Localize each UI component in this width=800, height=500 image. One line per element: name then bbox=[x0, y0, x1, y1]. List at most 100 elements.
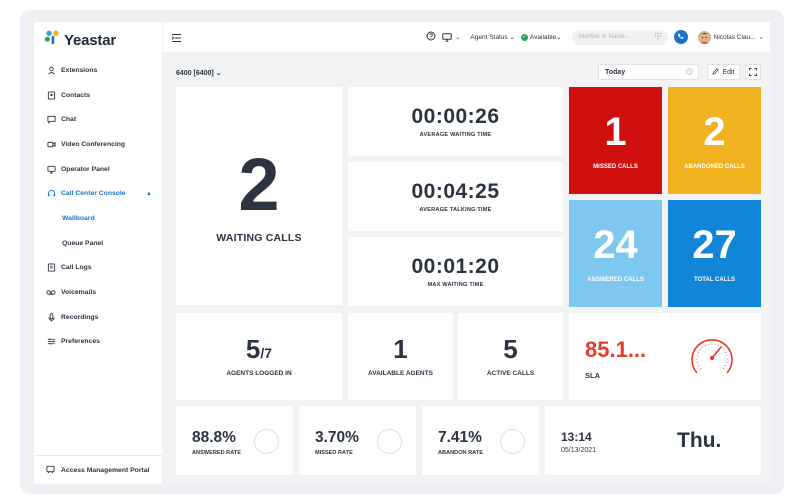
top-bar-actions: ⌄ Agent Status ⌄ ✓ Available ⌄ Number or … bbox=[426, 27, 764, 47]
answered-rate-value: 88.8% bbox=[192, 429, 236, 446]
agent-status-label: Agent Status bbox=[470, 34, 508, 41]
dialpad-icon[interactable] bbox=[654, 32, 662, 42]
access-management-portal-link[interactable]: Access Management Portal bbox=[46, 465, 149, 476]
sidebar-item-label: Chat bbox=[61, 116, 77, 124]
headset-icon bbox=[46, 189, 56, 199]
chevron-down-icon: ⌄ bbox=[758, 34, 764, 41]
available-agents-card: 1 AVAILABLE AGENTS bbox=[348, 313, 453, 400]
average-talking-time-label: AVERAGE TALKING TIME bbox=[419, 206, 492, 213]
agents-logged-in-label: AGENTS LOGGED IN bbox=[226, 370, 292, 377]
chevron-up-icon[interactable]: ▲ bbox=[146, 191, 152, 197]
answered-rate-label: ANSWERED RATE bbox=[192, 450, 241, 456]
sidebar-item-label: Wallboard bbox=[62, 214, 95, 222]
sidebar-item-call-center-console[interactable]: Call Center Console ▲ bbox=[34, 181, 162, 206]
agents-logged-in-total: /7 bbox=[260, 345, 273, 361]
sla-gauge-icon bbox=[687, 333, 737, 384]
answered-rate-card: 88.8% ANSWERED RATE bbox=[176, 406, 293, 475]
sidebar-item-chat[interactable]: Chat bbox=[34, 107, 162, 132]
sla-label: SLA bbox=[585, 371, 600, 380]
active-calls-card: 5 ACTIVE CALLS bbox=[458, 313, 563, 400]
average-waiting-time-label: AVERAGE WAITING TIME bbox=[419, 131, 492, 138]
agent-status-dropdown[interactable]: Agent Status ⌄ bbox=[470, 33, 515, 41]
missed-rate-value: 3.70% bbox=[315, 429, 359, 446]
app-window: Yeastar Extensions Contacts Chat Video C… bbox=[34, 22, 770, 484]
phone-icon bbox=[677, 33, 684, 42]
sidebar: Yeastar Extensions Contacts Chat Video C… bbox=[34, 22, 162, 484]
sidebar-item-extensions[interactable]: Extensions bbox=[34, 58, 162, 83]
agents-logged-in-card: 5/7 AGENTS LOGGED IN bbox=[176, 313, 342, 400]
availability-label: Available bbox=[529, 33, 557, 41]
missed-rate-ring bbox=[377, 429, 402, 454]
call-button[interactable] bbox=[673, 30, 688, 44]
logo[interactable]: Yeastar bbox=[44, 29, 116, 51]
sidebar-item-queue-panel[interactable]: Queue Panel bbox=[34, 231, 162, 256]
clock-weekday: Thu. bbox=[677, 429, 722, 452]
available-agents-label: AVAILABLE AGENTS bbox=[368, 370, 433, 377]
answered-rate-ring bbox=[254, 429, 279, 454]
sidebar-item-wallboard[interactable]: Wallboard bbox=[34, 206, 162, 231]
average-waiting-time-card: 00:00:26 AVERAGE WAITING TIME bbox=[348, 87, 563, 156]
missed-calls-label: MISSED CALLS bbox=[593, 163, 638, 170]
user-icon bbox=[46, 65, 56, 75]
sidebar-item-label: Operator Panel bbox=[61, 165, 110, 173]
sidebar-item-label: Video Conferencing bbox=[61, 140, 126, 148]
monitor-icon bbox=[46, 164, 56, 174]
edit-button[interactable]: Edit bbox=[707, 64, 740, 80]
total-calls-tile: 27 TOTAL CALLS bbox=[668, 200, 761, 307]
agents-logged-in-count: 5 bbox=[245, 334, 261, 364]
sidebar-item-label: Queue Panel bbox=[62, 239, 104, 247]
sidebar-item-call-logs[interactable]: Call Logs bbox=[34, 256, 162, 281]
clock-time: 13:14 bbox=[561, 430, 592, 444]
chevron-down-icon: ⌄ bbox=[556, 34, 562, 41]
dial-search-placeholder: Number or Name... bbox=[578, 34, 630, 40]
voicemail-icon bbox=[46, 288, 56, 298]
help-icon[interactable] bbox=[426, 31, 436, 43]
available-check-icon: ✓ bbox=[520, 33, 528, 41]
max-waiting-time-value: 00:01:20 bbox=[411, 254, 500, 278]
date-filter-value: Today bbox=[605, 68, 626, 76]
abandon-rate-card: 7.41% ABANDON RATE bbox=[422, 406, 539, 475]
chat-icon bbox=[46, 115, 56, 125]
average-talking-time-card: 00:04:25 AVERAGE TALKING TIME bbox=[348, 162, 563, 231]
sliders-icon bbox=[46, 337, 56, 347]
edit-icon bbox=[712, 67, 720, 77]
user-menu[interactable]: Nicolas Clau... ⌄ bbox=[697, 30, 764, 44]
total-calls-label: TOTAL CALLS bbox=[694, 276, 735, 283]
sidebar-item-label: Contacts bbox=[61, 91, 91, 99]
max-waiting-time-card: 00:01:20 MAX WAITING TIME bbox=[348, 237, 563, 306]
avatar bbox=[697, 30, 711, 44]
sidebar-nav: Extensions Contacts Chat Video Conferenc… bbox=[34, 58, 162, 354]
sidebar-item-voicemails[interactable]: Voicemails bbox=[34, 280, 162, 305]
sidebar-item-recordings[interactable]: Recordings bbox=[34, 305, 162, 330]
chevron-down-icon: ⌄ bbox=[509, 34, 515, 41]
active-calls-value: 5 bbox=[503, 334, 518, 364]
date-filter[interactable]: Today bbox=[598, 64, 699, 80]
answered-calls-tile: 24 ANSWERED CALLS bbox=[569, 200, 662, 307]
sla-value: 85.1... bbox=[585, 337, 647, 362]
abandon-rate-ring bbox=[500, 429, 525, 454]
dial-search-input[interactable]: Number or Name... bbox=[571, 29, 668, 45]
sla-card: 85.1... SLA bbox=[569, 313, 761, 400]
active-calls-label: ACTIVE CALLS bbox=[486, 370, 535, 377]
menu-collapse-icon[interactable] bbox=[171, 30, 182, 48]
missed-rate-card: 3.70% MISSED RATE bbox=[299, 406, 416, 475]
microphone-icon bbox=[46, 312, 56, 322]
sidebar-item-operator-panel[interactable]: Operator Panel bbox=[34, 157, 162, 182]
sidebar-item-label: Voicemails bbox=[61, 289, 97, 297]
sidebar-item-label: Extensions bbox=[61, 66, 98, 74]
queue-selector[interactable]: 6400 [6400] ⌄ bbox=[176, 69, 222, 77]
fullscreen-button[interactable] bbox=[745, 64, 761, 80]
chevron-down-icon: ⌄ bbox=[455, 34, 461, 41]
abandoned-calls-tile: 2 ABANDONED CALLS bbox=[668, 87, 761, 194]
sidebar-item-contacts[interactable]: Contacts bbox=[34, 83, 162, 108]
waiting-calls-card: 2 WAITING CALLS bbox=[176, 87, 342, 305]
portal-icon bbox=[46, 465, 55, 476]
sidebar-item-label: Call Logs bbox=[61, 264, 92, 272]
yeastar-logo-icon bbox=[44, 29, 61, 51]
desktop-icon[interactable]: ⌄ bbox=[442, 32, 461, 42]
availability-dropdown[interactable]: ✓ Available ⌄ bbox=[520, 33, 562, 41]
sidebar-item-preferences[interactable]: Preferences bbox=[34, 330, 162, 355]
queue-selector-value: 6400 [6400] bbox=[176, 70, 214, 77]
clock-date: 05/13/2021 bbox=[561, 447, 597, 454]
sidebar-item-video-conferencing[interactable]: Video Conferencing bbox=[34, 132, 162, 157]
